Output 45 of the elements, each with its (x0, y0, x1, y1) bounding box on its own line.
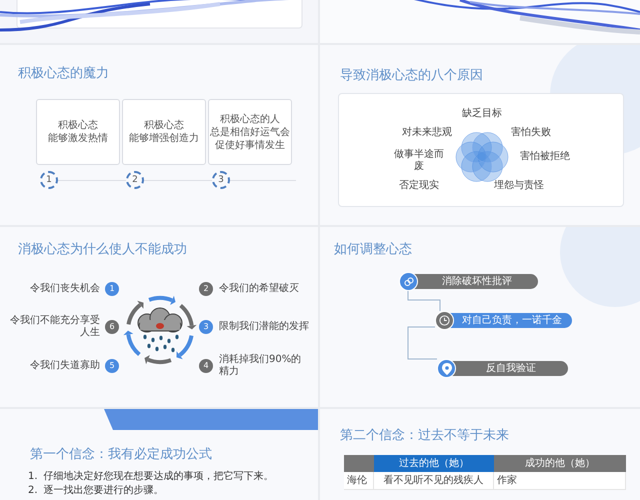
reason-text: 令我们不能充分享受人生 (9, 315, 100, 339)
table-cell: 作家 (494, 472, 626, 489)
reason-label: 对未来悲观 (401, 127, 453, 139)
reason-label: 缺乏目标 (461, 108, 503, 120)
location-pin-icon (442, 362, 452, 374)
connector-line (408, 326, 438, 360)
slide-title: 导致消极心态的八个原因 (340, 67, 483, 85)
list-number: 1. (28, 471, 38, 483)
number-badge: 3 (199, 320, 213, 334)
clock-icon (439, 315, 450, 326)
step-number: 3 (212, 171, 230, 189)
list-text: 仔细地决定好您现在想要达成的事项，把它写下来。 (44, 471, 274, 483)
card-text: 积极心态的人 总是相信好运气会 促使好事情发生 (210, 112, 290, 152)
slide-title: 第一个信念：我有必定成功公式 (30, 446, 212, 464)
list-number: 2. (28, 485, 38, 497)
slide-title: 积极心态的魔力 (18, 65, 109, 83)
card-text: 积极心态 能够激发热情 (48, 119, 108, 145)
connector-line (408, 290, 440, 312)
table-cell: 海伦 (344, 472, 374, 489)
slide-title: 消极心态为什么使人不能成功 (18, 241, 187, 259)
number-badge: 4 (199, 359, 213, 373)
number-badge: 2 (199, 282, 213, 296)
reason-label: 害怕被拒绝 (519, 151, 571, 163)
reason-text: 限制我们潜能的发挥 (219, 321, 310, 333)
reason-text: 令我们失道寡助 (29, 360, 100, 372)
column-header: 成功的他（她） (494, 455, 626, 472)
number-badge: 1 (105, 282, 119, 296)
step-number: 2 (126, 171, 144, 189)
reason-text: 令我们的希望破灭 (219, 283, 300, 295)
table-cell: 看不见听不见的残疾人 (374, 472, 494, 489)
number-badge: 6 (105, 320, 119, 334)
card-text: 积极心态 能够增强创造力 (129, 119, 199, 145)
slide-title: 第二个信念：过去不等于未来 (340, 427, 509, 445)
link-icon (404, 276, 414, 286)
column-header: 过去的他（她） (374, 455, 494, 472)
reason-label: 否定现实 (398, 180, 440, 192)
reason-label: 害怕失败 (510, 127, 552, 139)
reason-text: 令我们丧失机会 (29, 283, 100, 295)
list-text: 逐一找出您要进行的步骤。 (44, 485, 164, 497)
number-badge: 5 (105, 359, 119, 373)
reason-label: 做事半途而废 (393, 149, 445, 173)
step-number: 1 (40, 171, 58, 189)
slide-title: 如何调整心态 (334, 241, 412, 259)
reason-label: 埋怨与责怪 (493, 180, 545, 192)
reason-text: 消耗掉我们90%的精力 (219, 354, 302, 378)
